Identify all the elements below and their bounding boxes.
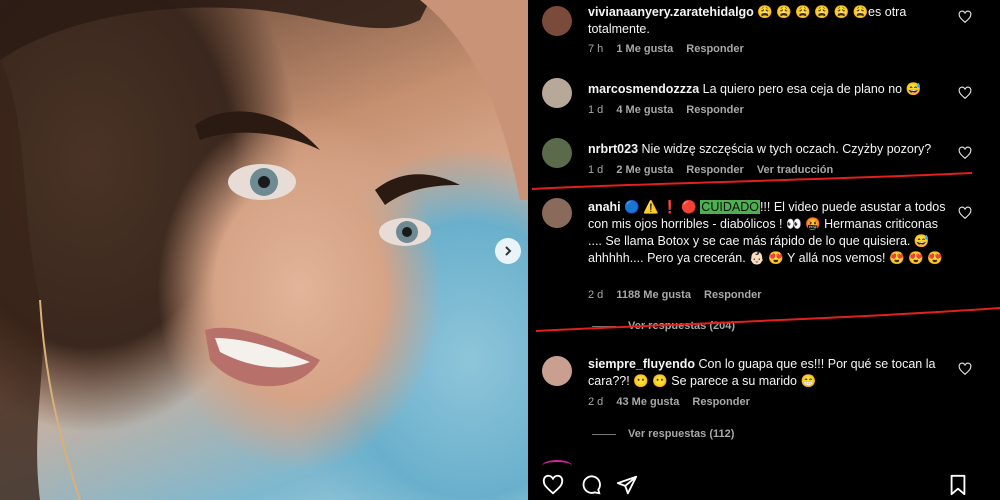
carousel-next-button[interactable] [495, 238, 521, 264]
comment-icon[interactable] [580, 474, 602, 496]
post-photo [0, 0, 528, 500]
share-icon[interactable] [616, 474, 638, 496]
red-annotation-lines [531, 172, 1000, 332]
heart-icon[interactable] [542, 474, 564, 496]
post-action-bar [528, 470, 1000, 500]
chevron-right-icon [505, 246, 512, 256]
comments-panel: vivianaanyery.zaratehidalgo 😩 😩 😩 😩 😩 😩e… [528, 0, 1000, 500]
face-illustration [0, 0, 528, 500]
bookmark-icon[interactable] [948, 474, 968, 496]
